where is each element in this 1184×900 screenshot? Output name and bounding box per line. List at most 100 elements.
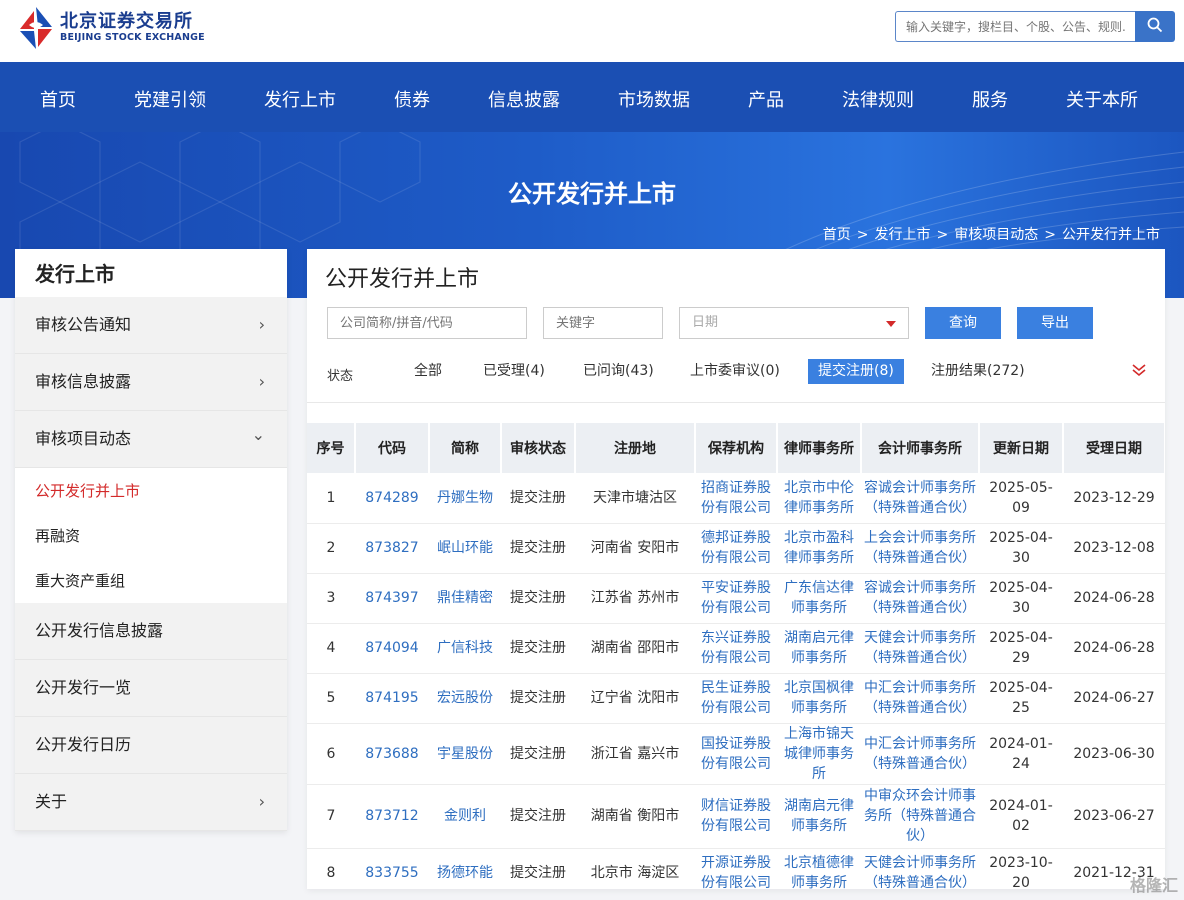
cell-name[interactable]: 鼎佳精密 [429, 573, 501, 624]
company-search-input[interactable] [327, 307, 527, 339]
cell-place: 浙江省 嘉兴市 [575, 723, 695, 785]
cell-name[interactable]: 宏远股份 [429, 673, 501, 724]
cell-cpa-firm[interactable]: 中汇会计师事务所（特殊普通合伙） [861, 673, 979, 724]
cell-updated: 2024-01-24 [979, 723, 1063, 785]
cell-cpa-firm[interactable]: 中审众环会计师事务所（特殊普通合伙） [861, 784, 979, 849]
nav-about[interactable]: 关于本所 [1066, 86, 1138, 112]
col-header-code: 代码 [355, 423, 430, 473]
cell-cpa-firm[interactable]: 容诚会计师事务所（特殊普通合伙） [861, 573, 979, 624]
nav-disclosure[interactable]: 信息披露 [488, 86, 560, 112]
site-search-button[interactable] [1135, 11, 1175, 42]
cell-code[interactable]: 833755 [355, 848, 429, 889]
sidebar-item-label: 公开发行一览 [35, 678, 132, 697]
nav-services[interactable]: 服务 [972, 86, 1008, 112]
cell-cpa-firm[interactable]: 容诚会计师事务所（特殊普通合伙） [861, 473, 979, 524]
sidebar-item-issue-disclosure[interactable]: 公开发行信息披露 [15, 603, 287, 660]
cell-law-firm[interactable]: 广东信达律师事务所 [777, 573, 861, 624]
col-header-accepted[interactable]: 受理日期 [1063, 423, 1165, 473]
cell-cpa-firm[interactable]: 中汇会计师事务所（特殊普通合伙） [861, 723, 979, 785]
sidebar-item-review-progress[interactable]: 审核项目动态 ⌄ [15, 411, 287, 468]
breadcrumb-listing[interactable]: 发行上市 [875, 227, 931, 243]
keyword-input[interactable] [543, 307, 663, 339]
sidebar-subitem-public-listing[interactable]: 公开发行并上市 [15, 468, 287, 513]
status-tab-committee[interactable]: 上市委审议(0) [680, 359, 790, 384]
cell-name[interactable]: 扬德环能 [429, 848, 501, 889]
col-header-status: 审核状态 [501, 423, 576, 473]
cell-updated: 2024-01-02 [979, 784, 1063, 849]
col-header-sponsor: 保荐机构 [695, 423, 778, 473]
col-header-name: 简称 [429, 423, 502, 473]
nav-rules[interactable]: 法律规则 [842, 86, 914, 112]
sidebar-item-label: 关于 [35, 792, 68, 811]
sidebar-subitem-refinancing[interactable]: 再融资 [15, 513, 287, 558]
cell-code[interactable]: 874094 [355, 623, 429, 674]
cell-name[interactable]: 广信科技 [429, 623, 501, 674]
cell-name[interactable]: 宇星股份 [429, 723, 501, 785]
cell-law-firm[interactable]: 湖南启元律师事务所 [777, 784, 861, 849]
breadcrumb-home[interactable]: 首页 [823, 227, 851, 243]
caret-down-icon [886, 321, 896, 327]
cell-no: 6 [307, 723, 355, 785]
cell-code[interactable]: 874289 [355, 473, 429, 524]
banner-title: 公开发行并上市 [508, 180, 676, 208]
sidebar-item-review-notices[interactable]: 审核公告通知 › [15, 297, 287, 354]
nav-market-data[interactable]: 市场数据 [618, 86, 690, 112]
export-button[interactable]: 导出 [1017, 307, 1093, 339]
cell-code[interactable]: 874195 [355, 673, 429, 724]
double-chevron-down-icon[interactable] [1131, 362, 1147, 381]
cell-law-firm[interactable]: 北京国枫律师事务所 [777, 673, 861, 724]
cell-sponsor[interactable]: 国投证券股份有限公司 [695, 723, 777, 785]
cell-name[interactable]: 金则利 [429, 784, 501, 849]
sidebar-item-issue-calendar[interactable]: 公开发行日历 [15, 717, 287, 774]
breadcrumb-separator: > [936, 227, 949, 243]
cell-sponsor[interactable]: 招商证券股份有限公司 [695, 473, 777, 524]
col-header-updated[interactable]: 更新日期 [979, 423, 1064, 473]
nav-listing[interactable]: 发行上市 [264, 86, 336, 112]
sidebar-item-issue-list[interactable]: 公开发行一览 [15, 660, 287, 717]
cell-law-firm[interactable]: 北京市中伦律师事务所 [777, 473, 861, 524]
cell-law-firm[interactable]: 湖南启元律师事务所 [777, 623, 861, 674]
cell-cpa-firm[interactable]: 天健会计师事务所（特殊普通合伙） [861, 848, 979, 889]
nav-party-building[interactable]: 党建引领 [134, 86, 206, 112]
search-icon [1147, 17, 1163, 37]
cell-no: 1 [307, 473, 355, 524]
cell-code[interactable]: 874397 [355, 573, 429, 624]
cell-sponsor[interactable]: 开源证券股份有限公司 [695, 848, 777, 889]
status-tab-inquired[interactable]: 已问询(43) [573, 359, 664, 384]
cell-name[interactable]: 丹娜生物 [429, 473, 501, 524]
cell-sponsor[interactable]: 东兴证券股份有限公司 [695, 623, 777, 674]
breadcrumb-review[interactable]: 审核项目动态 [954, 227, 1038, 243]
cell-code[interactable]: 873827 [355, 523, 429, 574]
cell-sponsor[interactable]: 财信证券股份有限公司 [695, 784, 777, 849]
cell-cpa-firm[interactable]: 天健会计师事务所（特殊普通合伙） [861, 623, 979, 674]
status-tab-submitted[interactable]: 提交注册(8) [808, 359, 904, 384]
sidebar-item-about[interactable]: 关于 › [15, 774, 287, 831]
nav-bonds[interactable]: 债券 [394, 86, 430, 112]
sidebar-item-review-disclosure[interactable]: 审核信息披露 › [15, 354, 287, 411]
cell-sponsor[interactable]: 平安证券股份有限公司 [695, 573, 777, 624]
sidebar-subitem-restructuring[interactable]: 重大资产重组 [15, 558, 287, 603]
table-header-row: 序号 代码 简称 审核状态 注册地 保荐机构 律师事务所 会计师事务所 更新日期… [307, 423, 1165, 473]
nav-home[interactable]: 首页 [40, 86, 76, 112]
cell-name[interactable]: 岷山环能 [429, 523, 501, 574]
cell-cpa-firm[interactable]: 上会会计师事务所（特殊普通合伙） [861, 523, 979, 574]
cell-updated: 2025-05-09 [979, 473, 1063, 524]
chevron-right-icon: › [258, 792, 265, 811]
site-search-input[interactable] [895, 11, 1135, 42]
nav-products[interactable]: 产品 [748, 86, 784, 112]
cell-code[interactable]: 873688 [355, 723, 429, 785]
logo-cn-text: 北京证券交易所 [60, 11, 193, 32]
query-button[interactable]: 查询 [925, 307, 1001, 339]
cell-sponsor[interactable]: 德邦证券股份有限公司 [695, 523, 777, 574]
cell-law-firm[interactable]: 北京市盈科律师事务所 [777, 523, 861, 574]
cell-law-firm[interactable]: 北京植德律师事务所 [777, 848, 861, 889]
cell-sponsor[interactable]: 民生证券股份有限公司 [695, 673, 777, 724]
status-tab-results[interactable]: 注册结果(272) [921, 359, 1035, 384]
bse-logo[interactable]: 北京证券交易所 BEIJING STOCK EXCHANGE [18, 4, 205, 52]
cell-law-firm[interactable]: 上海市锦天城律师事务所 [777, 723, 861, 785]
watermark: 格隆汇 [1129, 876, 1178, 895]
date-picker[interactable]: 日期 [679, 307, 909, 339]
status-tab-accepted[interactable]: 已受理(4) [473, 359, 555, 384]
status-tab-all[interactable]: 全部 [404, 359, 452, 384]
cell-code[interactable]: 873712 [355, 784, 429, 849]
